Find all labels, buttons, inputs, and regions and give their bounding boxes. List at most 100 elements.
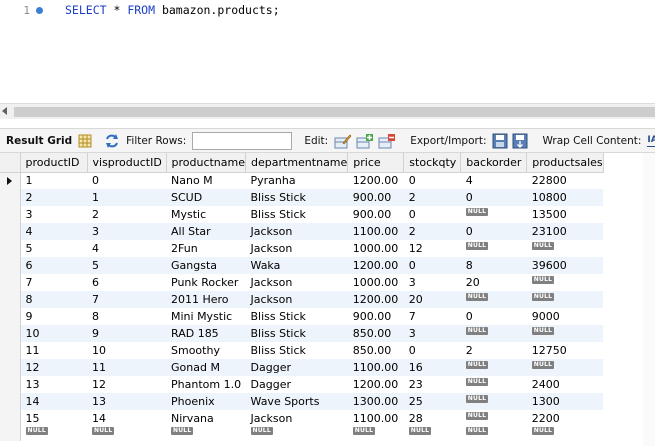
table-row[interactable]: 15 14 Nirvana Jackson 1100.00 28 NULL 2200 bbox=[0, 410, 603, 427]
table-cell[interactable]: Wave Sports bbox=[245, 393, 348, 410]
wrap-cell-content-icon[interactable]: IA bbox=[647, 134, 655, 147]
table-cell[interactable]: 5 bbox=[87, 257, 166, 274]
row-marker[interactable] bbox=[0, 206, 21, 223]
table-cell[interactable]: Punk Rocker bbox=[166, 274, 246, 291]
table-cell[interactable]: 13 bbox=[87, 393, 166, 410]
table-cell[interactable]: 3 bbox=[87, 223, 166, 240]
table-cell[interactable]: NULL bbox=[166, 427, 246, 441]
column-header[interactable]: productsales bbox=[526, 153, 604, 173]
table-cell[interactable]: NULL bbox=[527, 240, 603, 257]
column-header[interactable]: productID bbox=[20, 153, 88, 173]
table-row[interactable]: 10 9 RAD 185 Bliss Stick 850.00 3 NULL NULL bbox=[0, 325, 604, 342]
table-cell[interactable]: NULL bbox=[461, 410, 527, 427]
table-cell[interactable]: NULL bbox=[461, 240, 527, 257]
table-cell[interactable]: Gonad M bbox=[166, 359, 246, 376]
table-cell[interactable]: 2 bbox=[20, 189, 87, 206]
table-cell[interactable]: 15 bbox=[20, 410, 87, 427]
table-cell[interactable]: 9 bbox=[87, 325, 166, 342]
table-cell[interactable]: 2 bbox=[403, 223, 461, 240]
table-cell[interactable]: 2400 bbox=[527, 376, 603, 393]
result-grid[interactable]: productID visproductID productname depar… bbox=[0, 153, 655, 446]
scrollbar-thumb[interactable] bbox=[14, 107, 655, 117]
table-cell[interactable]: 0 bbox=[460, 223, 527, 240]
table-cell[interactable]: 8 bbox=[87, 308, 166, 325]
row-marker[interactable] bbox=[0, 308, 21, 325]
table-cell[interactable]: NULL bbox=[460, 291, 527, 308]
table-cell[interactable]: Bliss Stick bbox=[245, 189, 348, 206]
table-cell[interactable]: 12 bbox=[87, 376, 166, 393]
grid-view-icon[interactable] bbox=[78, 132, 92, 150]
table-cell[interactable]: 1000.00 bbox=[348, 274, 404, 291]
table-row[interactable]: 14 13 Phoenix Wave Sports 1300.00 25 NULL 1300 bbox=[0, 393, 604, 410]
table-cell[interactable]: Bliss Stick bbox=[246, 308, 348, 325]
table-row[interactable]: 11 10 Smoothy Bliss Stick 850.00 0 2 12750 bbox=[0, 342, 603, 359]
table-cell[interactable]: 14 bbox=[20, 393, 87, 410]
row-marker[interactable] bbox=[0, 291, 21, 308]
table-cell[interactable]: 9000 bbox=[527, 308, 603, 325]
table-cell[interactable]: NULL bbox=[20, 427, 87, 441]
table-cell[interactable]: 0 bbox=[403, 257, 461, 274]
table-cell[interactable]: 13 bbox=[20, 376, 87, 393]
edit-row-icon[interactable] bbox=[334, 132, 352, 150]
table-cell[interactable]: 8 bbox=[460, 257, 527, 274]
table-cell[interactable]: 2Fun bbox=[166, 240, 246, 257]
table-cell[interactable]: 7 bbox=[20, 274, 87, 291]
table-cell[interactable]: 1200.00 bbox=[347, 291, 404, 308]
table-cell[interactable]: 1300.00 bbox=[347, 393, 404, 410]
table-cell[interactable]: 2 bbox=[403, 189, 461, 206]
table-cell[interactable]: NULL bbox=[526, 291, 604, 308]
table-cell[interactable]: 3 bbox=[403, 325, 461, 342]
table-cell[interactable]: 0 bbox=[404, 172, 461, 189]
table-row[interactable]: 5 4 2Fun Jackson 1000.00 12 NULL NULL bbox=[0, 240, 603, 257]
row-marker[interactable] bbox=[0, 427, 21, 441]
column-header[interactable]: productname bbox=[166, 153, 247, 173]
table-cell[interactable]: 1300 bbox=[526, 393, 604, 410]
table-cell[interactable]: 3 bbox=[20, 206, 87, 223]
table-cell[interactable]: NULL bbox=[461, 206, 527, 223]
table-cell[interactable]: Jackson bbox=[246, 410, 348, 427]
table-cell[interactable]: 900.00 bbox=[348, 206, 404, 223]
table-cell[interactable]: All Star bbox=[166, 223, 246, 240]
sql-editor[interactable]: 1 SELECT * FROM bamazon.products; bbox=[0, 0, 655, 103]
table-cell[interactable]: 900.00 bbox=[347, 189, 404, 206]
table-row[interactable]: 6 5 Gangsta Waka 1200.00 0 8 39600 bbox=[0, 257, 604, 274]
table-cell[interactable]: NULL bbox=[461, 376, 527, 393]
table-cell[interactable]: 3 bbox=[404, 274, 461, 291]
row-marker[interactable] bbox=[0, 393, 21, 410]
table-cell[interactable]: 9 bbox=[20, 308, 87, 325]
table-cell[interactable]: 8 bbox=[20, 291, 87, 308]
table-cell[interactable]: 5 bbox=[20, 240, 87, 257]
table-row[interactable]: 9 8 Mini Mystic Bliss Stick 900.00 7 0 9000 bbox=[0, 308, 603, 325]
table-cell[interactable]: 1 bbox=[87, 189, 166, 206]
table-cell[interactable]: NULL bbox=[460, 325, 527, 342]
row-marker[interactable] bbox=[0, 240, 21, 257]
table-cell[interactable]: 28 bbox=[404, 410, 461, 427]
row-marker[interactable] bbox=[0, 223, 21, 240]
table-cell[interactable]: 39600 bbox=[526, 257, 604, 274]
row-marker[interactable] bbox=[0, 325, 21, 342]
table-cell[interactable]: NULL bbox=[527, 274, 603, 291]
table-row[interactable]: 8 7 2011 Hero Jackson 1200.00 20 NULL NULL bbox=[0, 291, 604, 308]
table-cell[interactable]: 6 bbox=[20, 257, 87, 274]
table-cell[interactable]: NULL bbox=[348, 427, 404, 441]
table-cell[interactable]: 11 bbox=[20, 342, 87, 359]
table-cell[interactable]: 23100 bbox=[526, 223, 604, 240]
table-cell[interactable]: 20 bbox=[403, 291, 461, 308]
result-grid-label[interactable]: Result Grid bbox=[0, 135, 76, 147]
row-marker[interactable] bbox=[0, 189, 21, 206]
table-row[interactable]: 1 0 Nano M Pyranha 1200.00 0 4 22800 bbox=[0, 172, 603, 189]
table-cell[interactable]: NULL bbox=[461, 427, 527, 441]
table-cell[interactable]: 1 bbox=[20, 172, 87, 189]
row-marker[interactable] bbox=[0, 376, 21, 393]
column-header[interactable]: backorder bbox=[460, 153, 528, 173]
table-cell[interactable]: 0 bbox=[87, 172, 166, 189]
table-cell[interactable]: 13500 bbox=[527, 206, 603, 223]
table-cell[interactable]: NULL bbox=[404, 427, 461, 441]
table-cell[interactable]: NULL bbox=[87, 427, 166, 441]
table-cell[interactable]: 4 bbox=[461, 172, 527, 189]
table-cell[interactable]: Pyranha bbox=[246, 172, 348, 189]
table-cell[interactable]: 0 bbox=[404, 206, 461, 223]
row-marker[interactable] bbox=[0, 342, 21, 359]
table-cell[interactable]: 2200 bbox=[527, 410, 603, 427]
column-header[interactable]: visproductID bbox=[87, 153, 167, 173]
